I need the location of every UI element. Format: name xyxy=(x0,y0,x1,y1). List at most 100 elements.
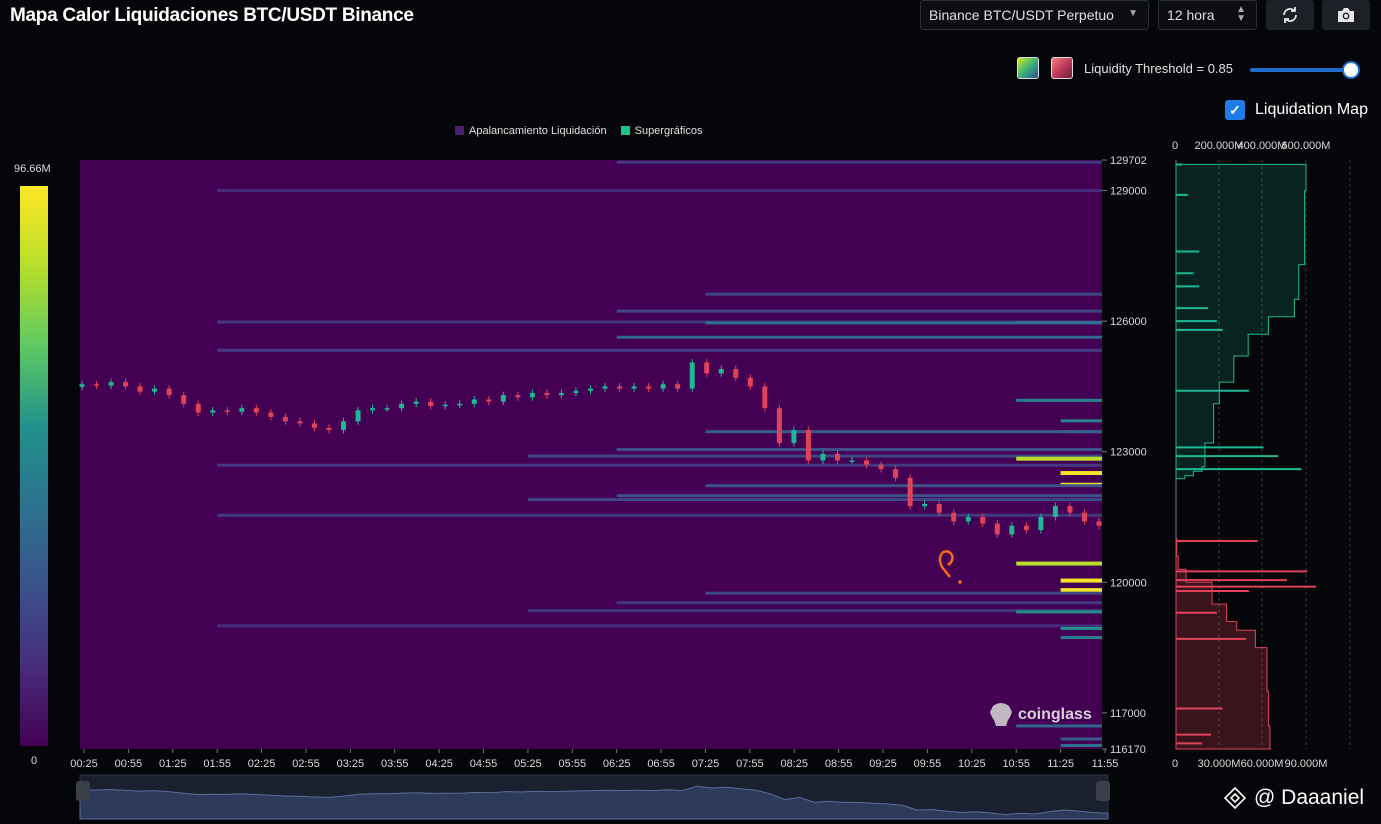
liquidity-band xyxy=(1060,744,1102,748)
candle-body xyxy=(878,464,884,470)
liquidity-band xyxy=(217,513,1102,517)
liquidity-band xyxy=(217,189,1102,193)
liquidity-band xyxy=(527,498,1102,502)
time-tick-label: 02:25 xyxy=(248,758,276,770)
candle-body xyxy=(457,403,463,406)
candle-body xyxy=(1052,506,1058,518)
liquidity-band xyxy=(616,601,1102,605)
candle-body xyxy=(413,401,419,404)
liquidity-band xyxy=(1060,419,1102,423)
liqmap-bottom-tick-label: 60.000M xyxy=(1241,758,1284,770)
time-navigator[interactable] xyxy=(76,774,1110,820)
candle-body xyxy=(268,412,274,417)
candle-body xyxy=(1067,506,1073,513)
time-tick-label: 06:25 xyxy=(603,758,631,770)
candle-body xyxy=(428,401,434,407)
navigator-left-handle[interactable] xyxy=(76,781,90,801)
candle-body xyxy=(588,388,593,391)
liquidity-band xyxy=(705,591,1102,595)
candle-body xyxy=(660,384,666,389)
candle-body xyxy=(689,362,695,389)
candle-body xyxy=(704,362,710,374)
candle-body xyxy=(776,408,782,444)
candle-body xyxy=(980,517,986,524)
candle-body xyxy=(181,395,187,404)
candle-body xyxy=(79,384,85,387)
binance-logo-icon xyxy=(1224,787,1246,809)
liqmap-top-tick-label: 200.000M xyxy=(1195,140,1244,152)
time-tick-label: 05:55 xyxy=(559,758,587,770)
liquidity-band xyxy=(1060,578,1102,583)
liquidity-band xyxy=(217,348,1102,352)
time-axis: 00:25 00:55 01:25 01:55 02:25 02:55 03:25 03:55… xyxy=(70,749,1118,770)
time-tick-label: 00:25 xyxy=(70,758,98,770)
price-tick-label: 126000 xyxy=(1110,316,1147,328)
price-tick-label: 129000 xyxy=(1110,186,1147,198)
liquidity-band xyxy=(527,609,1102,613)
time-tick-label: 02:55 xyxy=(292,758,320,770)
candle-body xyxy=(253,408,259,413)
price-tick-label: 116170 xyxy=(1110,744,1146,756)
time-tick-label: 04:25 xyxy=(425,758,453,770)
candle-body xyxy=(617,386,623,389)
candle-body xyxy=(602,386,608,389)
candle-body xyxy=(747,377,753,387)
candle-body xyxy=(239,408,245,412)
candle-body xyxy=(849,460,855,462)
liqmap-bottom-tick-label: 0 xyxy=(1172,758,1178,770)
heatmap-plot[interactable] xyxy=(80,160,1102,749)
liquidity-band xyxy=(616,448,1102,452)
liquidity-band xyxy=(1060,471,1102,476)
liquidity-band xyxy=(1016,610,1102,614)
liquidity-band xyxy=(1060,636,1102,640)
candle-body xyxy=(1038,517,1044,531)
liqmap-top-tick-label: 400.000M xyxy=(1238,140,1287,152)
liqmap-bottom-tick-label: 90.000M xyxy=(1285,758,1328,770)
liquidity-band xyxy=(1060,626,1102,630)
chart-canvas: 129702 129000 126000 123000 120000 117000 1161… xyxy=(70,140,1351,820)
candle-body xyxy=(384,408,390,410)
candle-body xyxy=(224,410,230,412)
liqmap-top-tick-label: 0 xyxy=(1172,140,1178,152)
liquidity-band xyxy=(705,321,1102,325)
candle-body xyxy=(341,421,347,430)
time-tick-label: 04:55 xyxy=(470,758,498,770)
liquidity-band xyxy=(616,335,1102,339)
candle-body xyxy=(399,403,405,409)
time-tick-label: 07:55 xyxy=(736,758,764,770)
time-tick-label: 03:25 xyxy=(337,758,365,770)
time-tick-label: 08:25 xyxy=(780,758,808,770)
time-tick-label: 11:55 xyxy=(1092,758,1119,770)
candle-body xyxy=(965,517,971,522)
candle-body xyxy=(631,386,637,389)
time-tick-label: 10:55 xyxy=(1002,758,1030,770)
watermark-text: coinglass xyxy=(1018,706,1092,723)
time-tick-label: 05:25 xyxy=(514,758,542,770)
price-tick-label: 123000 xyxy=(1110,447,1147,459)
candle-body xyxy=(152,388,158,392)
liquidity-band xyxy=(217,463,1102,467)
candle-body xyxy=(529,392,535,398)
liquidity-band xyxy=(616,160,1102,164)
candle-body xyxy=(282,416,288,422)
candle-body xyxy=(718,369,724,374)
liquidity-band xyxy=(527,454,1102,458)
liquidity-band xyxy=(1016,561,1102,566)
liquidity-band xyxy=(616,494,1102,498)
candle-body xyxy=(1023,525,1029,531)
price-tick-label: 120000 xyxy=(1110,577,1147,589)
liquidity-band xyxy=(1016,398,1102,402)
price-tick-label: 129702 xyxy=(1110,155,1147,167)
time-tick-label: 09:25 xyxy=(869,758,897,770)
candle-body xyxy=(515,395,521,398)
candle-body xyxy=(326,427,332,430)
liqmap-top-tick-label: 600.000M xyxy=(1282,140,1331,152)
navigator-right-handle[interactable] xyxy=(1096,781,1110,801)
candle-body xyxy=(94,384,100,386)
heatmap-background xyxy=(80,160,1102,749)
candle-body xyxy=(646,386,652,389)
candle-body xyxy=(675,384,681,389)
time-tick-label: 06:55 xyxy=(647,758,675,770)
candle-body xyxy=(166,388,172,396)
time-tick-label: 10:25 xyxy=(958,758,986,770)
